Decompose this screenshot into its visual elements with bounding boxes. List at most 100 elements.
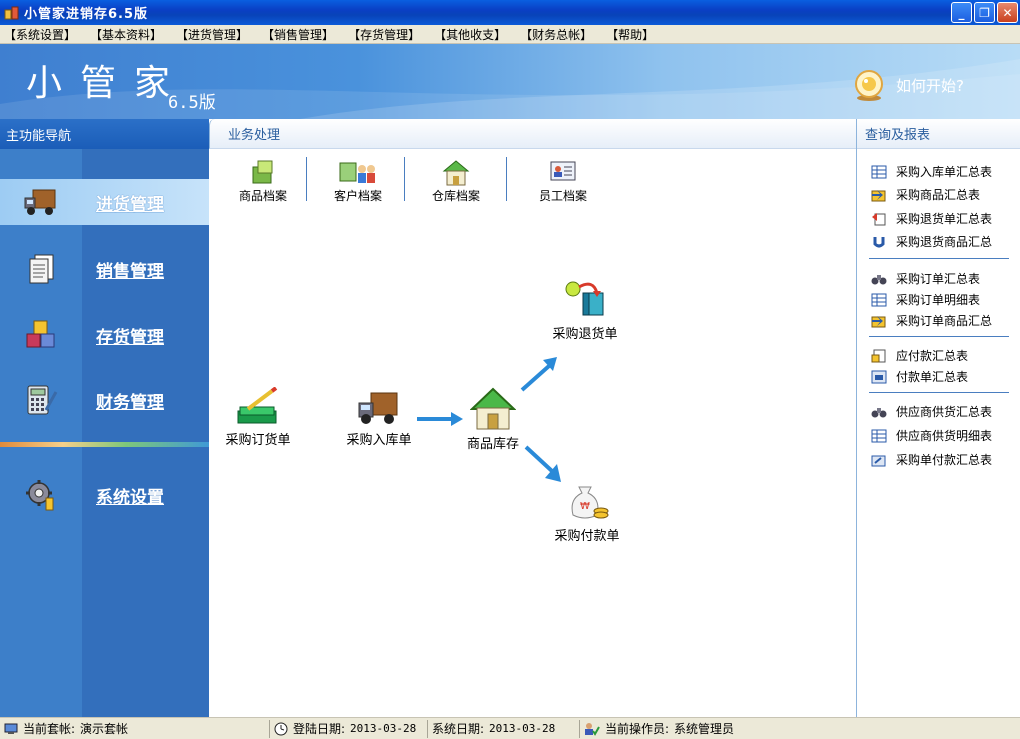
- flow-purchase-order[interactable]: 采购订货单: [208, 385, 308, 448]
- nav-item-purchase[interactable]: 进货管理: [0, 179, 209, 225]
- report-link[interactable]: 供应商供货明细表: [871, 427, 992, 444]
- nav-item-finance[interactable]: 财务管理: [0, 377, 209, 423]
- binoculars-icon: [871, 274, 887, 284]
- report-link[interactable]: 采购入库单汇总表: [871, 163, 992, 180]
- report-link[interactable]: 应付款汇总表: [871, 347, 968, 364]
- nav-label-inventory: 存货管理: [96, 327, 164, 348]
- brand-name: 小管家: [26, 63, 189, 104]
- menu-purchase[interactable]: 【进货管理】: [176, 26, 248, 43]
- system-date-label: 系统日期:: [432, 722, 485, 736]
- reports-separator: [869, 258, 1009, 259]
- login-date-label: 登陆日期:: [293, 722, 346, 736]
- nav-label-system-settings: 系统设置: [96, 487, 164, 508]
- status-bar: 当前套帐: 演示套帐 登陆日期: 2013-03-28 系统日期: 2013-0…: [0, 717, 1020, 739]
- computer-icon: [4, 723, 18, 734]
- quick-goods-archive[interactable]: 商品档案: [218, 159, 308, 204]
- quick-customer-label: 客户档案: [333, 189, 382, 203]
- report-label: 采购单付款汇总表: [896, 453, 993, 467]
- close-button[interactable]: ✕: [997, 2, 1018, 23]
- restore-button[interactable]: ❐: [974, 2, 995, 23]
- money-bag-icon: ₩: [571, 486, 609, 519]
- account-label: 当前套帐:: [23, 722, 76, 736]
- return-doc-icon: [872, 212, 886, 225]
- login-date-value: 2013-03-28: [350, 722, 417, 735]
- report-label: 供应商供货明细表: [896, 429, 993, 443]
- report-label: 采购订单汇总表: [896, 272, 981, 286]
- flow-purchase-payment-label: 采购付款单: [554, 529, 620, 544]
- quick-warehouse-archive[interactable]: 仓库档案: [411, 159, 501, 204]
- arrow-folder-icon: [871, 315, 886, 327]
- brand-version: 6.5版: [168, 93, 216, 113]
- report-label: 应付款汇总表: [896, 349, 969, 363]
- report-label: 采购退货商品汇总: [896, 235, 993, 249]
- menu-basic-data[interactable]: 【基本资料】: [90, 26, 162, 43]
- truck-icon: [24, 189, 56, 215]
- report-label: 采购入库单汇总表: [896, 165, 993, 179]
- flow-purchase-return[interactable]: 采购退货单: [535, 279, 635, 342]
- title-bar: 小管家进销存6.5版 _ ❐ ✕: [0, 0, 1020, 25]
- menu-system-settings[interactable]: 【系统设置】: [4, 26, 76, 43]
- flow-goods-stock[interactable]: 商品库存: [443, 387, 543, 452]
- account-value: 演示套帐: [80, 722, 129, 736]
- report-link[interactable]: 付款单汇总表: [871, 368, 968, 385]
- report-link[interactable]: 采购单付款汇总表: [871, 451, 992, 468]
- gear-icon: [26, 480, 54, 511]
- arrow-folder-icon: [871, 189, 886, 201]
- report-label: 采购订单明细表: [896, 293, 981, 307]
- report-link[interactable]: 供应商供货汇总表: [871, 403, 992, 420]
- table-icon: [871, 165, 887, 178]
- quick-warehouse-label: 仓库档案: [431, 189, 480, 203]
- nav-item-sales[interactable]: 销售管理: [0, 246, 209, 292]
- customers-icon: [339, 162, 375, 183]
- nav-label-purchase: 进货管理: [96, 194, 164, 215]
- nav-label-finance: 财务管理: [96, 392, 164, 413]
- reports-panel: 查询及报表 采购入库单汇总表 采购商品汇总表 采购退货单汇总表 采购退货商品汇总…: [856, 119, 1020, 717]
- nav-item-inventory[interactable]: 存货管理: [0, 312, 209, 358]
- quick-employee-archive[interactable]: 员工档案: [518, 159, 608, 204]
- nav-item-system-settings[interactable]: 系统设置: [0, 472, 209, 518]
- how-to-start-link[interactable]: 如何开始?: [852, 68, 964, 102]
- nav-label-sales: 销售管理: [96, 261, 164, 282]
- report-link[interactable]: 采购订单商品汇总: [871, 312, 992, 329]
- quick-customer-archive[interactable]: 客户档案: [313, 159, 403, 204]
- minimize-button[interactable]: _: [951, 2, 972, 23]
- report-link[interactable]: 采购退货商品汇总: [871, 233, 992, 250]
- business-panel-header: 业务处理: [209, 119, 856, 149]
- table-icon: [871, 293, 887, 306]
- warehouse-icon: [470, 387, 516, 430]
- flow-purchase-order-label: 采购订货单: [225, 433, 291, 448]
- menu-ledger[interactable]: 【财务总帐】: [520, 26, 592, 43]
- quick-separator: [306, 157, 307, 201]
- report-link[interactable]: 采购商品汇总表: [871, 186, 980, 203]
- window-title: 小管家进销存6.5版: [24, 7, 149, 22]
- flow-purchase-payment[interactable]: ₩ 采购付款单: [537, 481, 637, 544]
- report-link[interactable]: 采购订单明细表: [871, 291, 980, 308]
- menu-inventory[interactable]: 【存货管理】: [348, 26, 420, 43]
- goods-icon: [252, 160, 273, 184]
- documents-icon: [29, 254, 54, 284]
- report-label: 采购订单商品汇总: [896, 314, 993, 328]
- boxes-icon: [26, 320, 55, 348]
- app-icon: [4, 6, 19, 19]
- reports-separator: [869, 392, 1009, 393]
- flow-purchase-inbound-label: 采购入库单: [346, 433, 412, 448]
- system-date-value: 2013-03-28: [489, 722, 556, 735]
- menu-help[interactable]: 【帮助】: [606, 26, 654, 43]
- operator-value: 系统管理员: [674, 722, 735, 736]
- status-account: 当前套帐: 演示套帐: [0, 719, 270, 738]
- flow-arrow-up-right: [520, 357, 557, 392]
- user-check-icon: [585, 722, 600, 736]
- status-system-date: 系统日期: 2013-03-28: [428, 719, 580, 738]
- menu-sales[interactable]: 【销售管理】: [262, 26, 334, 43]
- report-link[interactable]: 采购订单汇总表: [871, 270, 980, 287]
- report-link[interactable]: 采购退货单汇总表: [871, 210, 992, 227]
- warehouse-icon: [442, 160, 470, 186]
- return-arrow-icon: [873, 236, 885, 247]
- flow-purchase-inbound[interactable]: 采购入库单: [329, 385, 429, 448]
- business-panel: 业务处理 商品档案 客户档案 仓库档案 员工档案 采购订货单 采购入库单 商品库…: [209, 119, 856, 717]
- payable-doc-icon: [871, 349, 886, 362]
- payment-doc-icon: [871, 370, 887, 383]
- menu-other-income-expense[interactable]: 【其他收支】: [434, 26, 506, 43]
- quick-separator: [506, 157, 507, 201]
- menu-bar: 【系统设置】 【基本资料】 【进货管理】 【销售管理】 【存货管理】 【其他收支…: [0, 25, 1020, 44]
